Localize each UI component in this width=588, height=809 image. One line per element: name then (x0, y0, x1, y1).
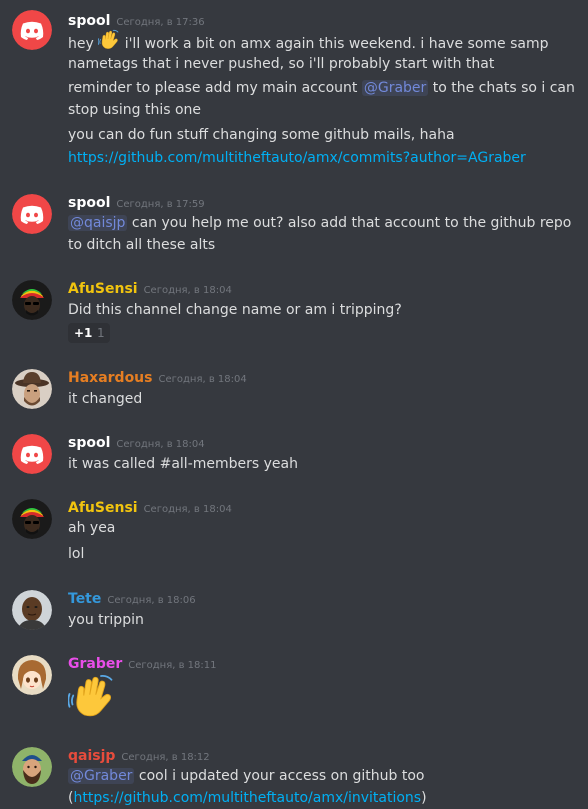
message-line: @qaisjp can you help me out? also add th… (68, 212, 571, 234)
message-text: cool i updated your access on github too (138, 768, 425, 784)
reaction-count: 1 (97, 326, 105, 340)
reaction-button[interactable]: +1 1 (68, 323, 110, 343)
message-header: AfuSensi Сегодня, в 18:04 (68, 278, 232, 298)
author-name[interactable]: Haxardous (68, 370, 153, 386)
author-name[interactable]: Graber (68, 656, 122, 672)
message-timestamp: Сегодня, в 17:36 (116, 17, 205, 28)
message-line: hey i'll work a bit on amx again this we… (68, 29, 548, 55)
message-line: you can do fun stuff changing some githu… (68, 127, 455, 143)
message-text: hey (68, 36, 94, 52)
author-name[interactable]: AfuSensi (68, 281, 138, 297)
author-name[interactable]: qaisjp (68, 748, 115, 764)
message-header: spool Сегодня, в 17:36 (68, 10, 205, 30)
message-timestamp: Сегодня, в 18:06 (107, 595, 196, 606)
message-timestamp: Сегодня, в 18:04 (158, 374, 247, 385)
message-line: Did this channel change name or am i tri… (68, 302, 402, 318)
message-line: @Graber cool i updated your access on gi… (68, 765, 425, 787)
message-timestamp: Сегодня, в 18:04 (116, 439, 205, 450)
rasta-avatar[interactable] (12, 499, 52, 539)
message-text: i'll work a bit on amx again this weeken… (124, 36, 549, 52)
message-timestamp: Сегодня, в 18:04 (143, 504, 232, 515)
author-name[interactable]: spool (68, 435, 110, 451)
person-avatar[interactable] (12, 590, 52, 630)
message-line: (https://github.com/multitheftauto/amx/i… (68, 787, 427, 809)
waving-hand-icon (68, 673, 116, 721)
user-mention[interactable]: @Graber (68, 768, 135, 784)
thumbs-up-icon: +1 (74, 326, 93, 340)
rasta-avatar[interactable] (12, 280, 52, 320)
message-line: you trippin (68, 612, 144, 628)
message-header: Tete Сегодня, в 18:06 (68, 588, 196, 608)
author-name[interactable]: Tete (68, 591, 101, 607)
user-mention[interactable]: @qaisjp (68, 215, 128, 231)
message-header: Haxardous Сегодня, в 18:04 (68, 367, 247, 387)
message-line: stop using this one (68, 102, 201, 118)
bearded-man-avatar[interactable] (12, 747, 52, 787)
message-line: to ditch all these alts (68, 237, 216, 253)
message-line: reminder to please add my main account @… (68, 77, 575, 99)
author-name[interactable]: spool (68, 195, 110, 211)
message-line: lol (68, 546, 85, 562)
message-text: can you help me out? also add that accou… (131, 215, 572, 231)
message-header: AfuSensi Сегодня, в 18:04 (68, 497, 232, 517)
author-name[interactable]: spool (68, 13, 110, 29)
author-name[interactable]: AfuSensi (68, 500, 138, 516)
message-text: reminder to please add my main account (68, 80, 358, 96)
message-timestamp: Сегодня, в 18:04 (143, 285, 232, 296)
github-link[interactable]: https://github.com/multitheftauto/amx/in… (73, 790, 421, 806)
message-line: it was called #all-members yeah (68, 456, 298, 472)
discord-logo-icon[interactable] (12, 194, 52, 234)
message-header: spool Сегодня, в 17:59 (68, 192, 205, 212)
message-timestamp: Сегодня, в 17:59 (116, 199, 205, 210)
message-line: it changed (68, 391, 143, 407)
discord-logo-icon[interactable] (12, 434, 52, 474)
message-line: https://github.com/multitheftauto/amx/co… (68, 147, 526, 169)
message-text: to the chats so i can (432, 80, 575, 96)
message-header: qaisjp Сегодня, в 18:12 (68, 745, 210, 765)
user-mention[interactable]: @Graber (361, 80, 429, 96)
waving-hand-icon (98, 29, 120, 51)
message-text: ) (421, 790, 427, 806)
message-header: Graber Сегодня, в 18:11 (68, 653, 217, 673)
chat-messages: spool Сегодня, в 17:36 hey i'll work a bi… (0, 0, 588, 807)
message-line: nametags that i never pushed, so i'll pr… (68, 56, 495, 72)
discord-logo-icon[interactable] (12, 10, 52, 50)
message-timestamp: Сегодня, в 18:12 (121, 752, 210, 763)
github-link[interactable]: https://github.com/multitheftauto/amx/co… (68, 150, 526, 166)
message-header: spool Сегодня, в 18:04 (68, 432, 205, 452)
anime-girl-avatar[interactable] (12, 655, 52, 695)
message-line: ah yea (68, 520, 116, 536)
cowboy-avatar[interactable] (12, 369, 52, 409)
message-timestamp: Сегодня, в 18:11 (128, 660, 217, 671)
